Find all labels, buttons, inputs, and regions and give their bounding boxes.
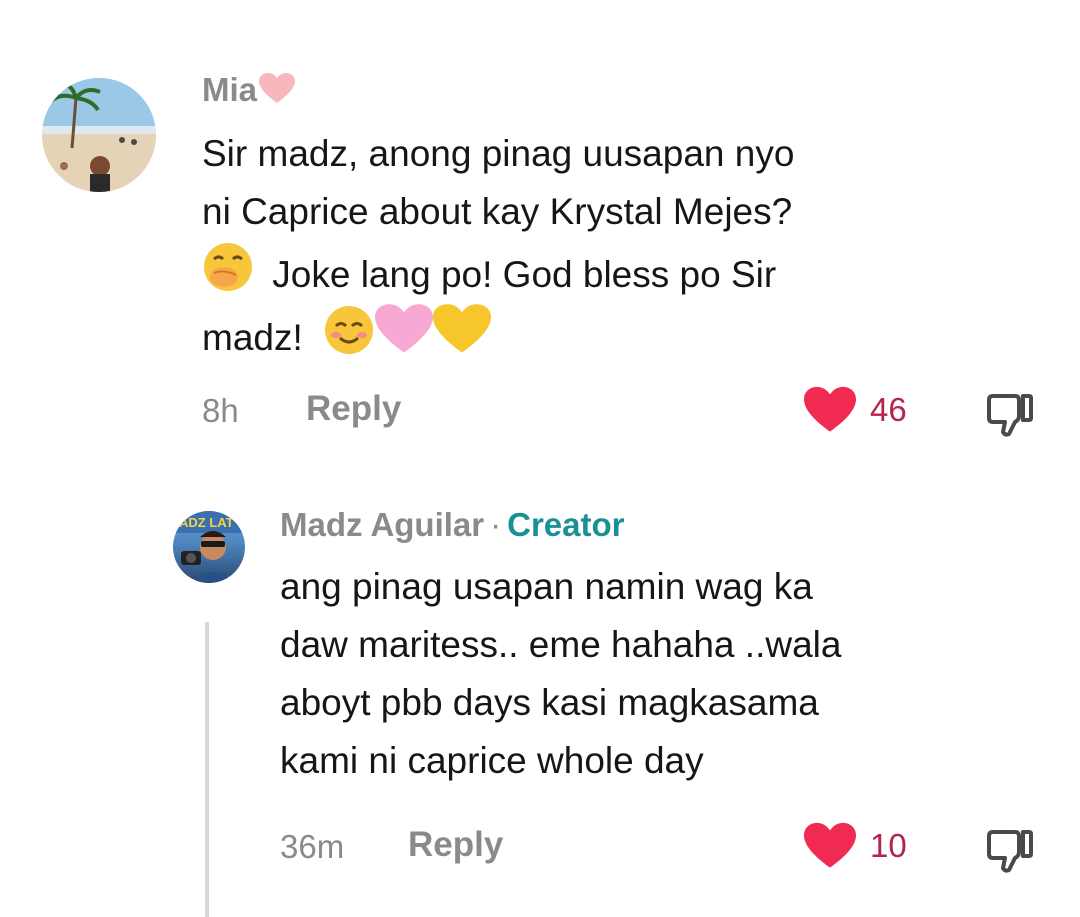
comment-body-madz: ang pinag usapan namin wag ka daw marite… [280,558,841,790]
reply-button[interactable]: Reply [408,825,503,865]
comment-line: aboyt pbb days kasi magkasama [280,682,819,723]
creator-badge: Creator [507,506,625,543]
hand-over-mouth-emoji-icon [204,243,252,291]
thumbs-down-icon [987,830,1033,873]
like-button[interactable]: 46 [804,386,907,434]
svg-text:ADZ LAT: ADZ LAT [179,515,234,530]
like-count: 46 [870,391,907,428]
dislike-button[interactable] [985,826,1035,879]
comment-line: ang pinag usapan namin wag ka [280,566,813,607]
comment-line: madz! [202,304,794,367]
avatar-madz-aguilar[interactable]: ADZ LAT [173,511,245,583]
dislike-button[interactable] [985,390,1035,443]
beach-photo-icon [42,78,156,192]
yellow-heart-icon [433,304,492,353]
pink-heart-icon [259,73,296,103]
comment-timestamp: 36m [280,828,345,865]
like-count: 10 [870,827,907,864]
reply-button[interactable]: Reply [306,389,401,429]
comment-line: kami ni caprice whole day [280,740,704,781]
separator-dot: · [490,506,502,543]
heart-icon [804,386,856,432]
comment-line: ni Caprice about kay Krystal Mejes? [202,191,793,232]
comment-line: Sir madz, anong pinag uusapan nyo [202,133,795,174]
pink-heart-icon [375,304,434,353]
heart-icon [804,822,856,868]
username-mia[interactable]: Mia [202,71,296,109]
avatar-mia[interactable] [42,78,156,192]
like-button[interactable]: 10 [804,822,907,870]
comment-line: Joke lang po! God bless po Sir [202,241,794,304]
thumbs-down-icon [987,394,1033,437]
smiling-face-emoji-icon [325,306,374,354]
comment-body-mia: Sir madz, anong pinag uusapan nyo ni Cap… [202,125,794,367]
comment-timestamp: 8h [202,392,239,429]
comment-line: daw maritess.. eme hahaha ..wala [280,624,842,665]
comment-thread: Mia Sir madz, anong pinag uusapan nyo ni… [0,0,1080,917]
username-madz-aguilar[interactable]: Madz Aguilar · Creator [280,506,625,544]
reply-thread-line [205,622,209,917]
profile-photo-icon: ADZ LAT [173,511,245,583]
